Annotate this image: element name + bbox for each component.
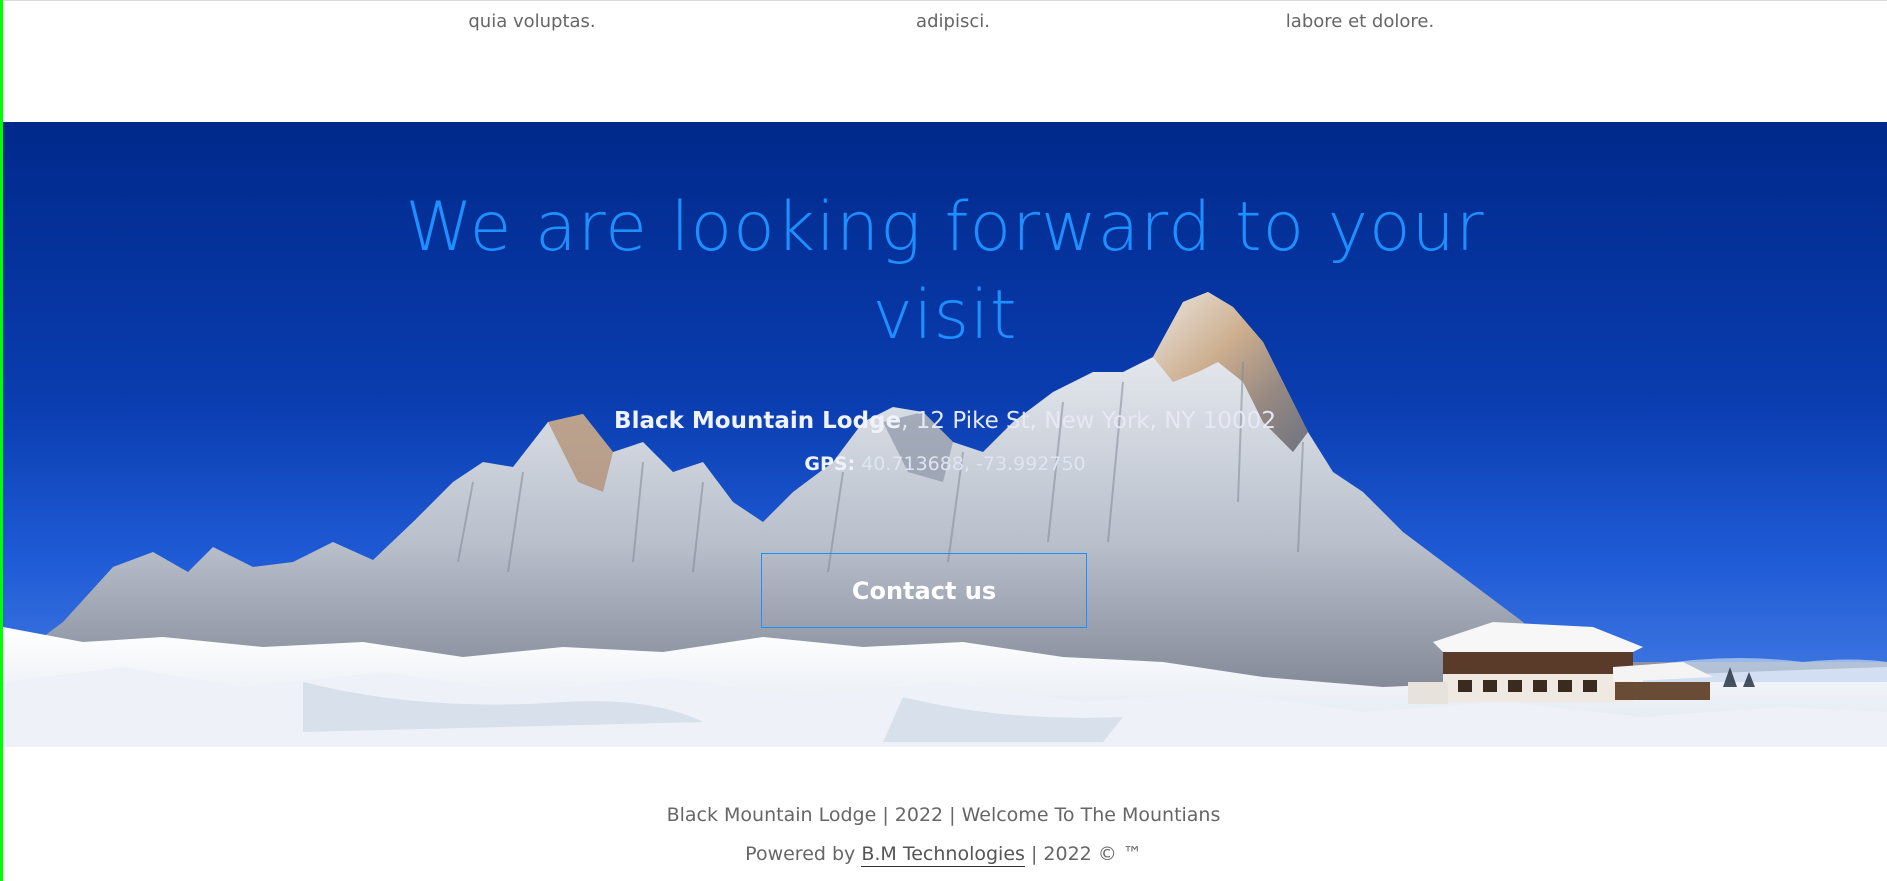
powered-by-label: Powered by [745,843,862,865]
visit-heading: We are looking forward to your visit [3,184,1887,360]
gps-line: GPS: 40.713688, -73.992750 [3,453,1887,475]
copyright-text: | 2022 © ™ [1024,843,1142,865]
feature-caption-1: quia voluptas. [468,11,596,32]
lodge-name: Black Mountain Lodge [614,408,902,434]
gps-label: GPS: [804,453,856,475]
visit-hero-section: We are looking forward to your visit Bla… [3,122,1887,747]
footer-tagline: Black Mountain Lodge | 2022 | Welcome To… [666,804,1221,826]
feature-caption-3: labore et dolore. [1285,11,1435,32]
gps-coordinates: 40.713688, -73.992750 [861,453,1086,475]
address-line: Black Mountain Lodge, 12 Pike St, New Yo… [3,408,1887,434]
feature-caption-2: adipisci. [916,11,990,32]
section-divider [3,0,1887,1]
visit-heading-line-1: We are looking forward to your [405,188,1485,267]
contact-us-button[interactable]: Contact us [761,553,1087,628]
visit-heading-line-2: visit [872,276,1018,355]
street-address: , 12 Pike St, New York, NY 10002 [901,408,1276,434]
page: quia voluptas. adipisci. labore et dolor… [0,0,1887,881]
viewport-edge [0,0,3,881]
footer-credits: Powered by B.M Technologies | 2022 © ™ [0,843,1887,867]
bm-technologies-link[interactable]: B.M Technologies [861,843,1025,867]
